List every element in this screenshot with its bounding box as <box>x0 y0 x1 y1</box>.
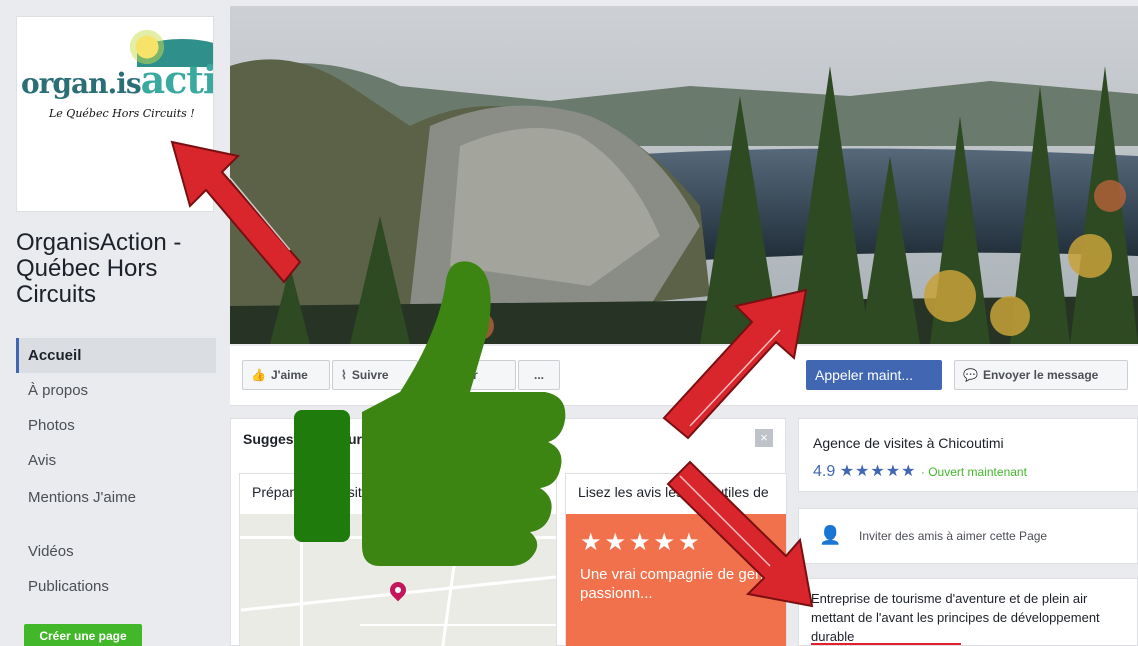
create-page-button[interactable]: Créer une page <box>24 624 142 646</box>
call-now-button[interactable]: Appeler maint... <box>806 360 942 390</box>
follow-button[interactable]: ⌇ Suivre <box>332 360 418 390</box>
nav-item-a-propos[interactable]: À propos <box>16 373 216 408</box>
share-button[interactable]: Partager <box>420 360 516 390</box>
review-highlight[interactable]: ★★★★★ Une vrai compagnie de gens passion… <box>566 514 786 646</box>
suggestions-card: Suggestions pour × Préparer une visite L… <box>230 418 787 646</box>
rss-icon: ⌇ <box>341 368 347 382</box>
thumbs-up-icon: 👍 <box>251 368 266 382</box>
nav-item-publications[interactable]: Publications <box>16 569 216 604</box>
page-action-bar: 👍 J'aime ⌇ Suivre Partager ... Appeler mai… <box>230 346 1138 406</box>
map-pin-icon[interactable] <box>386 578 410 602</box>
close-icon[interactable]: × <box>755 429 773 447</box>
nav-item-photos[interactable]: Photos <box>16 408 216 443</box>
nav-item-videos[interactable]: Vidéos <box>16 534 216 569</box>
map-road <box>240 536 556 539</box>
open-status: · Ouvert maintenant <box>920 465 1027 479</box>
add-friend-icon: 👤 <box>819 525 842 545</box>
cover-photo[interactable] <box>230 6 1138 344</box>
rating-stars: ★★★★★ <box>839 463 917 480</box>
cover-landscape-illustration <box>230 6 1138 344</box>
page-description-card: Entreprise de tourisme d'aventure et de … <box>798 578 1138 646</box>
reviews-suggestion-card[interactable]: Lisez les avis les plus utiles de ★★★★★ … <box>565 473 787 646</box>
messenger-icon: 💬 <box>963 368 978 382</box>
nav-item-accueil[interactable]: Accueil <box>16 338 216 373</box>
review-snippet: Une vrai compagnie de gens passionn... <box>580 566 771 602</box>
logo-wordmark: organ.isaction <box>21 57 213 102</box>
review-stars: ★★★★★ <box>580 529 703 556</box>
left-sidebar: organ.isaction Le Québec Hors Circuits !… <box>0 0 222 646</box>
location-map[interactable] <box>240 514 556 646</box>
page-nav: Accueil À propos Photos Avis Mentions J'… <box>16 338 216 604</box>
map-road <box>360 624 556 626</box>
suggestions-title: Suggestions pour <box>243 431 362 447</box>
page-logo[interactable]: organ.isaction Le Québec Hors Circuits ! <box>16 16 214 212</box>
page-description: Entreprise de tourisme d'aventure et de … <box>811 591 1100 644</box>
send-message-button[interactable]: 💬 Envoyer le message <box>954 360 1128 390</box>
map-road <box>300 514 303 646</box>
invite-friends-label: Inviter des amis à aimer cette Page <box>859 529 1048 543</box>
like-button[interactable]: 👍 J'aime <box>242 360 330 390</box>
page-title[interactable]: OrganisAction - Québec Hors Circuits <box>16 230 216 308</box>
page-rating[interactable]: 4.9 ★★★★★ · Ouvert maintenant <box>813 461 1027 481</box>
invite-friends-card[interactable]: 👤 Inviter des amis à aimer cette Page <box>798 508 1138 564</box>
nav-item-avis[interactable]: Avis <box>16 443 216 478</box>
reviews-card-title: Lisez les avis les plus utiles de <box>578 484 769 500</box>
logo-tagline: Le Québec Hors Circuits ! <box>49 107 195 120</box>
red-underline-annotation <box>811 643 961 645</box>
visit-card-title: Préparer une visite <box>252 484 370 500</box>
page-category[interactable]: Agence de visites à Chicoutimi <box>813 435 1004 451</box>
more-button[interactable]: ... <box>518 360 560 390</box>
page-info-card: Agence de visites à Chicoutimi 4.9 ★★★★★… <box>798 418 1138 492</box>
nav-item-mentions-jaime[interactable]: Mentions J'aime <box>16 478 216 534</box>
visit-suggestion-card[interactable]: Préparer une visite <box>239 473 557 646</box>
map-road <box>440 514 463 646</box>
